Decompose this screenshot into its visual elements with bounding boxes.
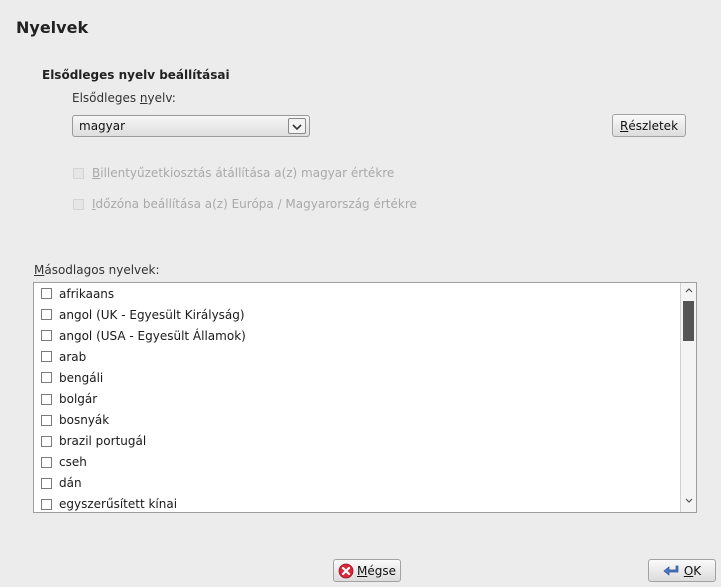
list-item-label: dán xyxy=(59,476,82,491)
list-item[interactable]: bolgár xyxy=(34,388,696,409)
ok-button[interactable]: OK xyxy=(648,559,716,582)
list-item[interactable]: bengáli xyxy=(34,367,696,388)
list-item-label: bosnyák xyxy=(59,413,110,428)
scrollbar-thumb[interactable] xyxy=(683,301,694,341)
cancel-button-mnemonic: M xyxy=(357,563,368,578)
list-item[interactable]: arab xyxy=(34,346,696,367)
primary-language-label-suffix: yelv: xyxy=(147,91,176,105)
list-item[interactable]: bosnyák xyxy=(34,410,696,431)
list-item-label: afrikaans xyxy=(59,286,115,301)
primary-language-label: Elsődleges nyelv: xyxy=(72,91,176,105)
list-item[interactable]: cseh xyxy=(34,452,696,473)
cancel-icon xyxy=(338,563,354,579)
secondary-languages-list[interactable]: afrikaans angol (UK - Egyesült Királyság… xyxy=(33,282,697,513)
cancel-button-label: égse xyxy=(367,563,396,578)
timezone-checkbox[interactable]: Időzóna beállítása a(z) Európa / Magyaro… xyxy=(73,197,417,211)
cancel-button[interactable]: Mégse xyxy=(333,559,401,582)
list-item-label: cseh xyxy=(59,455,87,470)
list-item[interactable]: brazil portugál xyxy=(34,431,696,452)
timezone-label: dőzóna beállítása a(z) Európa / Magyaror… xyxy=(95,197,417,211)
checkbox[interactable] xyxy=(41,498,52,510)
checkbox[interactable] xyxy=(41,309,52,321)
keyboard-layout-checkbox[interactable]: Billentyűzetkiosztás átállítása a(z) mag… xyxy=(73,166,394,180)
keyboard-layout-mnemonic: B xyxy=(92,166,101,180)
details-button-label: észletek xyxy=(628,118,679,133)
list-item[interactable]: angol (USA - Egyesült Államok) xyxy=(34,325,696,346)
list-item-label: angol (UK - Egyesült Királyság) xyxy=(59,307,245,322)
list-item-label: brazil portugál xyxy=(59,434,147,449)
checkbox[interactable] xyxy=(41,414,52,426)
primary-language-section-title: Elsődleges nyelv beállításai xyxy=(42,68,230,82)
chevron-up-icon[interactable] xyxy=(681,285,696,299)
list-item[interactable]: dán xyxy=(34,473,696,494)
page-title: Nyelvek xyxy=(16,18,89,37)
keyboard-layout-label: illentyűzetkiosztás átállítása a(z) magy… xyxy=(100,166,395,180)
list-item-label: bolgár xyxy=(59,392,98,407)
ok-button-mnemonic: O xyxy=(683,563,694,578)
list-item-label: arab xyxy=(59,349,87,364)
checkbox-box[interactable] xyxy=(73,167,84,179)
checkbox[interactable] xyxy=(41,372,52,384)
primary-language-select[interactable]: magyar xyxy=(72,115,310,137)
ok-arrow-icon xyxy=(663,564,681,578)
details-button[interactable]: Részletek xyxy=(612,114,686,137)
secondary-languages-mnemonic: M xyxy=(34,263,45,277)
chevron-down-icon[interactable] xyxy=(681,496,696,510)
secondary-languages-label-rest: ásodlagos nyelvek: xyxy=(44,263,160,277)
list-item-label: egyszerűsített kínai xyxy=(59,497,178,512)
list-item-label: angol (USA - Egyesült Államok) xyxy=(59,328,246,343)
chevron-down-icon[interactable] xyxy=(288,118,306,134)
secondary-languages-label: Másodlagos nyelvek: xyxy=(34,263,160,277)
checkbox[interactable] xyxy=(41,330,52,342)
list-item-label: bengáli xyxy=(59,370,104,385)
list-scrollbar[interactable] xyxy=(680,283,696,512)
secondary-languages-items: afrikaans angol (UK - Egyesült Királyság… xyxy=(34,283,696,512)
primary-language-label-mnemonic: n xyxy=(139,91,148,105)
list-item[interactable]: egyszerűsített kínai xyxy=(34,494,696,512)
list-item[interactable]: angol (UK - Egyesült Királyság) xyxy=(34,304,696,325)
checkbox[interactable] xyxy=(41,477,52,489)
checkbox-box[interactable] xyxy=(73,198,84,210)
checkbox[interactable] xyxy=(41,393,52,405)
ok-button-label: K xyxy=(693,563,702,578)
primary-language-label-prefix: Elsődleges xyxy=(72,91,140,105)
checkbox[interactable] xyxy=(41,456,52,468)
details-button-mnemonic: R xyxy=(619,118,629,133)
checkbox[interactable] xyxy=(41,288,52,300)
primary-language-selected-value: magyar xyxy=(79,119,126,133)
checkbox[interactable] xyxy=(41,435,52,447)
list-item[interactable]: afrikaans xyxy=(34,283,696,304)
checkbox[interactable] xyxy=(41,351,52,363)
